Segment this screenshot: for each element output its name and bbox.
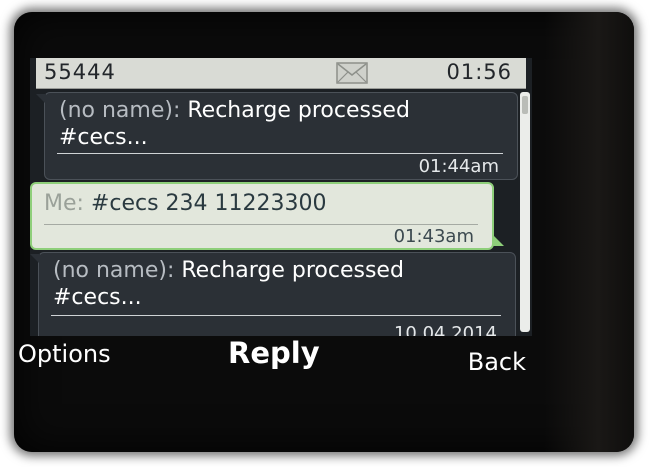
reply-softkey[interactable]: Reply [228, 336, 320, 370]
envelope-icon [336, 62, 368, 84]
status-bar: 55444 01:56 [36, 58, 526, 89]
message-bubble-incoming[interactable]: (no name): Recharge processed #cecs... 1… [38, 252, 516, 336]
message-body-line1: Recharge processed [181, 258, 404, 283]
bubble-tail [36, 94, 46, 104]
message-text: (no name): Recharge processed #cecs... [53, 257, 404, 311]
message-timestamp: 01:43am [393, 226, 474, 247]
message-divider [44, 224, 478, 225]
scrollbar-thumb[interactable] [522, 96, 528, 114]
softkey-bar: Options Reply Back [18, 336, 538, 388]
message-body-line2: #cecs... [59, 125, 148, 150]
message-body-line2: #cecs... [53, 285, 142, 310]
message-bubble-outgoing[interactable]: Me: #cecs 234 11223300 01:43am [30, 182, 494, 250]
options-softkey[interactable]: Options [18, 340, 111, 368]
message-divider [51, 315, 501, 316]
bubble-tail [30, 254, 40, 264]
message-bubble-incoming[interactable]: (no name): Recharge processed #cecs... 0… [44, 92, 518, 180]
message-timestamp: 10.04.2014 [393, 323, 497, 336]
message-divider [57, 153, 503, 154]
message-body-line1: Recharge processed [187, 98, 410, 123]
phone-screen: 55444 01:56 (no name): Recharge processe… [30, 58, 532, 336]
bubble-tail [492, 234, 504, 246]
back-softkey[interactable]: Back [468, 348, 526, 376]
message-timestamp: 01:44am [418, 156, 499, 177]
scrollbar[interactable] [520, 92, 530, 332]
message-body-line1: #cecs 234 11223300 [90, 191, 327, 216]
message-sender: (no name): [59, 98, 181, 123]
conversation-number: 55444 [44, 60, 116, 84]
message-sender: (no name): [53, 258, 175, 283]
message-sender: Me: [44, 191, 84, 216]
status-clock: 01:56 [446, 60, 512, 84]
message-text: Me: #cecs 234 11223300 [44, 190, 327, 217]
message-text: (no name): Recharge processed #cecs... [59, 97, 410, 151]
